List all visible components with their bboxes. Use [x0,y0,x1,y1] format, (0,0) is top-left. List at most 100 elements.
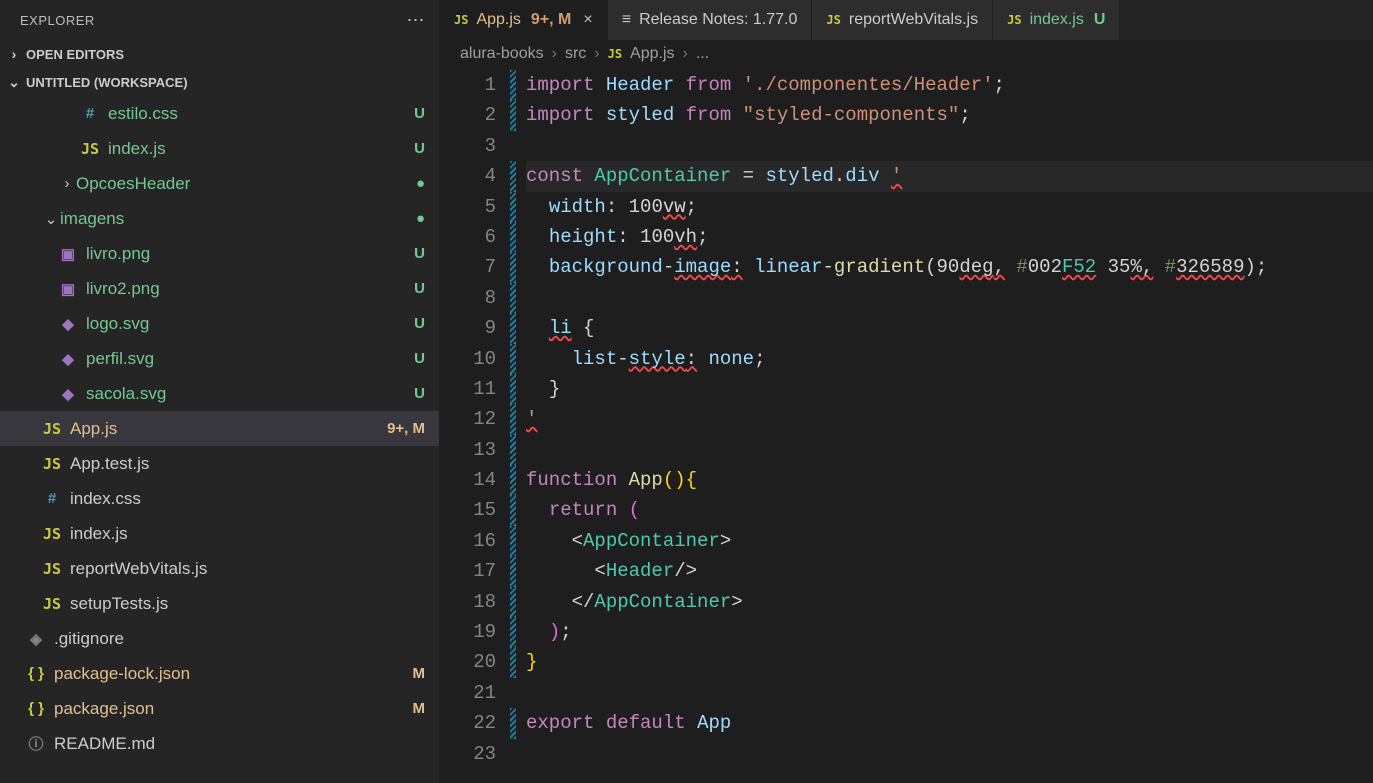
json-icon: { } [26,700,46,717]
breadcrumb-file[interactable]: App.js [630,45,674,63]
file-label: index.js [70,524,425,544]
editor-tab[interactable]: JSApp.js9+, M× [440,0,608,40]
line-number: 5 [440,192,496,222]
file-label: package-lock.json [54,664,413,684]
line-number: 17 [440,556,496,586]
file-label: imagens [60,209,416,229]
js-icon: JS [80,140,100,158]
file-tree-item[interactable]: ⓘREADME.md [0,726,439,761]
tab-modified-badge: 9+, M [531,11,571,29]
git-status-badge: U [414,245,425,262]
git-status-badge: U [414,280,425,297]
file-tree-item[interactable]: ▣livro2.pngU [0,271,439,306]
open-editors-section[interactable]: › OPEN EDITORS [0,40,439,68]
file-label: livro.png [86,244,414,264]
file-label: .gitignore [54,629,425,649]
workspace-section[interactable]: ⌄ UNTITLED (WORKSPACE) [0,68,439,96]
code-line[interactable]: ); [526,617,1373,647]
file-label: App.test.js [70,454,425,474]
js-icon: JS [42,455,62,473]
release-icon: ≡ [622,11,631,29]
code-line[interactable]: function App(){ [526,465,1373,495]
file-tree-item[interactable]: ◈.gitignore [0,621,439,656]
chevron-right-icon: › [552,45,557,63]
svg-icon: ◆ [58,315,78,333]
line-number: 12 [440,404,496,434]
code-line[interactable]: <Header/> [526,556,1373,586]
chevron-down-icon: ⌄ [42,210,60,228]
line-number: 18 [440,587,496,617]
code-content[interactable]: import Header from './componentes/Header… [516,68,1373,783]
breadcrumb-part[interactable]: src [565,45,586,63]
code-line[interactable]: <AppContainer> [526,526,1373,556]
file-tree-item[interactable]: JSApp.js9+, M [0,411,439,446]
breadcrumb-ellipsis[interactable]: ... [696,45,709,63]
line-number: 14 [440,465,496,495]
image-icon: ▣ [58,280,78,298]
line-number: 16 [440,526,496,556]
code-line[interactable]: list-style: none; [526,344,1373,374]
file-tree-item[interactable]: JSindex.jsU [0,131,439,166]
code-line[interactable]: height: 100vh; [526,222,1373,252]
code-line[interactable] [526,435,1373,465]
file-label: estilo.css [108,104,414,124]
file-tree-item[interactable]: #index.css [0,481,439,516]
file-tree-item[interactable]: ◆logo.svgU [0,306,439,341]
code-line[interactable] [526,739,1373,769]
line-number: 20 [440,647,496,677]
code-line[interactable] [526,678,1373,708]
editor-tab[interactable]: ≡ Release Notes: 1.77.0 [608,0,813,40]
code-line[interactable]: import styled from "styled-components"; [526,100,1373,130]
code-line[interactable]: width: 100vw; [526,192,1373,222]
editor-tab[interactable]: JSindex.jsU [993,0,1120,40]
js-icon: JS [826,13,840,27]
tab-label: Release Notes: 1.77.0 [639,11,797,29]
tab-label: reportWebVitals.js [849,11,978,29]
tab-label: index.js [1030,11,1084,29]
code-line[interactable]: export default App [526,708,1373,738]
code-line[interactable]: ' [526,404,1373,434]
editor-tab[interactable]: JS reportWebVitals.js [812,0,993,40]
js-icon: JS [42,420,62,438]
code-line[interactable] [526,131,1373,161]
code-line[interactable]: </AppContainer> [526,587,1373,617]
code-editor[interactable]: 1234567891011121314151617181920212223 im… [440,68,1373,783]
editor-area: JSApp.js9+, M×≡Release Notes: 1.77.0JSre… [440,0,1373,783]
hash-icon: # [80,105,100,122]
file-tree-item[interactable]: ◆sacola.svgU [0,376,439,411]
file-tree-item[interactable]: JS index.js [0,516,439,551]
code-line[interactable]: li { [526,313,1373,343]
code-line[interactable]: } [526,374,1373,404]
file-tree-item[interactable]: JSreportWebVitals.js [0,551,439,586]
code-line[interactable]: const AppContainer = styled.div ' [526,161,1373,191]
file-tree-item[interactable]: # estilo.cssU [0,96,439,131]
breadcrumb[interactable]: alura-books › src › JS App.js › ... [440,40,1373,68]
git-status-badge: M [413,665,426,682]
file-label: sacola.svg [86,384,414,404]
file-tree-item[interactable]: ⌄imagens● [0,201,439,236]
breadcrumb-part[interactable]: alura-books [460,45,544,63]
file-tree-item[interactable]: JSsetupTests.js [0,586,439,621]
js-icon: JS [42,525,62,543]
file-tree-item[interactable]: JS App.test.js [0,446,439,481]
code-line[interactable]: return ( [526,495,1373,525]
git-status-badge: U [414,105,425,122]
code-line[interactable] [526,283,1373,313]
chevron-right-icon: › [6,46,22,62]
more-actions-icon[interactable]: ⋯ [407,10,426,31]
line-number: 19 [440,617,496,647]
chevron-right-icon: › [683,45,688,63]
close-icon[interactable]: × [583,11,592,29]
tab-label: App.js [476,11,520,29]
code-line[interactable]: import Header from './componentes/Header… [526,70,1373,100]
line-number: 11 [440,374,496,404]
file-tree-item[interactable]: { }package-lock.jsonM [0,656,439,691]
file-tree-item[interactable]: ▣livro.pngU [0,236,439,271]
code-line[interactable]: } [526,647,1373,677]
file-tree-item[interactable]: ›OpcoesHeader● [0,166,439,201]
line-number: 8 [440,283,496,313]
file-label: README.md [54,734,425,754]
file-tree-item[interactable]: ◆perfil.svgU [0,341,439,376]
file-tree-item[interactable]: { }package.jsonM [0,691,439,726]
code-line[interactable]: background-image: linear-gradient(90deg,… [526,252,1373,282]
